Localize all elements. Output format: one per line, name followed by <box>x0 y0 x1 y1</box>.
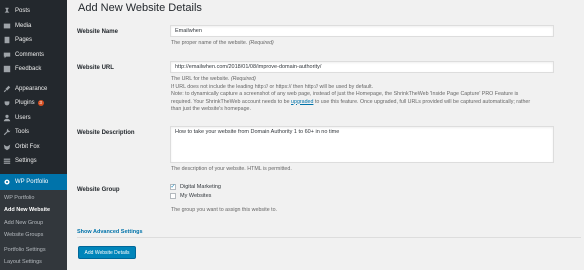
wrench-icon <box>2 127 12 137</box>
menu-label: Orbit Fox <box>15 143 40 150</box>
main-content: Add New Website Details Website Name The… <box>67 0 584 270</box>
website-group-help: The group you want to assign this websit… <box>171 207 277 213</box>
help-text: to use this feature. Once upgraded, full… <box>313 98 531 105</box>
menu-label: Plugins <box>15 100 35 107</box>
upgrade-link[interactable]: upgraded <box>291 99 313 105</box>
menu-item-orbit-fox[interactable]: Orbit Fox <box>0 140 67 155</box>
menu-item-plugins[interactable]: Plugins 3 <box>0 96 67 111</box>
page-icon <box>2 35 12 45</box>
settings-icon <box>2 156 12 166</box>
add-website-details-button[interactable]: Add Website Details <box>78 246 136 259</box>
website-url-help: The URL for the website. (Required) If U… <box>171 76 530 114</box>
menu-label: Posts <box>15 8 31 15</box>
user-icon <box>2 113 12 123</box>
website-name-input[interactable] <box>170 25 554 37</box>
divider <box>77 237 581 238</box>
help-text: required. Your ShrinkTheWeb account need… <box>171 98 292 105</box>
admin-sidebar: Posts Media Pages Comments Feedback Appe… <box>0 0 67 270</box>
menu-item-users[interactable]: Users <box>0 111 67 126</box>
pin-icon <box>2 6 12 16</box>
menu-item-settings[interactable]: Settings <box>0 154 67 169</box>
brush-icon <box>2 84 12 94</box>
menu-item-posts[interactable]: Posts <box>0 4 67 19</box>
comment-icon <box>2 50 12 60</box>
menu-label: Users <box>15 114 31 121</box>
portfolio-submenu: WP Portfolio Add New Website Add New Gro… <box>0 189 67 270</box>
website-name-label: Website Name <box>77 29 118 35</box>
gear-icon <box>2 177 12 187</box>
menu-label: Media <box>15 22 32 29</box>
submenu-item-wp-portfolio[interactable]: WP Portfolio <box>0 192 67 205</box>
checkbox-checked-icon[interactable]: ✓ <box>170 184 176 190</box>
submenu-item-add-new-website[interactable]: Add New Website <box>0 204 67 217</box>
menu-item-media[interactable]: Media <box>0 19 67 34</box>
group-option-digital-marketing[interactable]: ✓ Digital Marketing <box>170 184 221 190</box>
menu-item-comments[interactable]: Comments <box>0 48 67 63</box>
help-text: Note: to dynamically capture a screensho… <box>171 91 519 97</box>
menu-item-pages[interactable]: Pages <box>0 33 67 48</box>
submenu-item-layout-settings[interactable]: Layout Settings <box>0 256 67 269</box>
required-note: (Required) <box>230 76 256 82</box>
website-description-label: Website Description <box>77 130 135 136</box>
menu-item-wp-portfolio[interactable]: WP Portfolio <box>0 173 67 190</box>
group-option-my-websites[interactable]: My Websites <box>170 193 211 199</box>
help-text: The URL for the website. <box>171 76 230 82</box>
website-group-label: Website Group <box>77 187 120 193</box>
checkbox-unchecked-icon[interactable] <box>170 193 176 199</box>
website-description-textarea[interactable]: How to take your website from Domain Aut… <box>170 126 554 163</box>
menu-label: WP Portfolio <box>15 178 49 185</box>
submenu-item-add-new-group[interactable]: Add New Group <box>0 217 67 230</box>
help-text: If URL does not include the leading http… <box>171 83 374 90</box>
website-description-help: The description of your website. HTML is… <box>171 166 292 172</box>
help-text: than just the website's homepage. <box>171 106 251 112</box>
show-advanced-settings-link[interactable]: Show Advanced Settings <box>77 229 143 235</box>
media-icon <box>2 21 12 31</box>
checkbox-label: Digital Marketing <box>180 184 221 190</box>
menu-label: Tools <box>15 129 30 136</box>
page-title: Add New Website Details <box>78 2 202 14</box>
menu-item-feedback[interactable]: Feedback <box>0 62 67 77</box>
menu-label: Settings <box>15 158 37 165</box>
website-url-label: Website URL <box>77 65 114 71</box>
menu-label: Pages <box>15 37 33 44</box>
required-note: (Required) <box>248 40 274 46</box>
menu-item-tools[interactable]: Tools <box>0 125 67 140</box>
update-count-badge: 3 <box>37 100 44 107</box>
menu-label: Feedback <box>15 66 42 73</box>
plug-icon <box>2 98 12 108</box>
menu-item-appearance[interactable]: Appearance <box>0 82 67 97</box>
submenu-item-portfolio-settings[interactable]: Portfolio Settings <box>0 244 67 257</box>
menu-label: Appearance <box>15 85 48 92</box>
fox-icon <box>2 142 12 152</box>
menu-label: Comments <box>15 51 45 58</box>
submenu-item-website-groups[interactable]: Website Groups <box>0 229 67 242</box>
checkbox-label: My Websites <box>180 193 212 199</box>
help-text: The proper name of the website. <box>171 40 248 46</box>
website-url-input[interactable] <box>170 61 554 73</box>
website-name-help: The proper name of the website. (Require… <box>171 40 274 48</box>
feedback-icon <box>2 64 12 74</box>
